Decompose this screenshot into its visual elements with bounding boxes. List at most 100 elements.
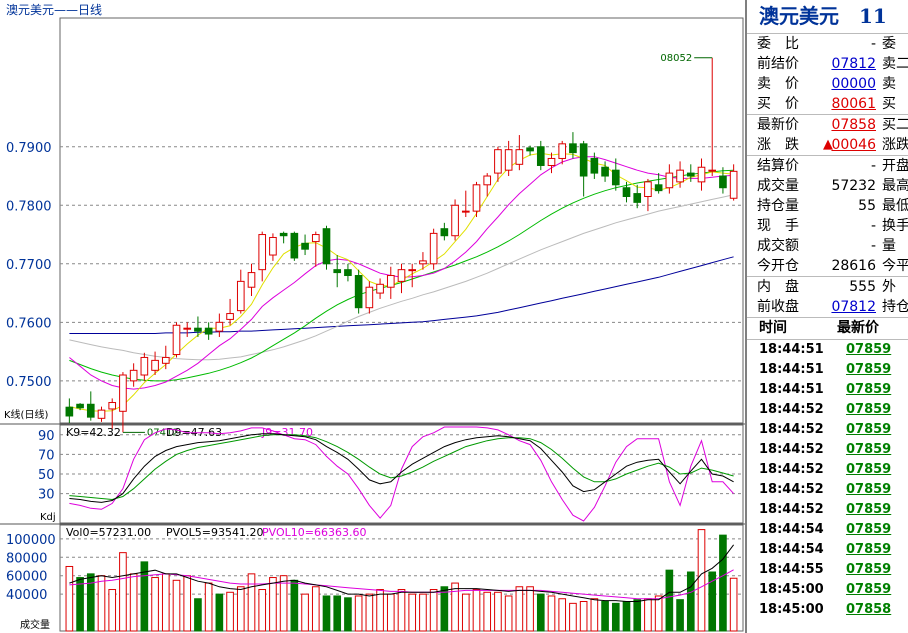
candle-body[interactable] — [729, 170, 738, 199]
volume-bar[interactable] — [654, 595, 663, 632]
candle-body[interactable] — [665, 172, 674, 189]
candle-body[interactable] — [526, 147, 534, 152]
volume-bar[interactable] — [183, 575, 192, 632]
candle-body[interactable] — [97, 409, 106, 419]
candle-body[interactable] — [483, 175, 492, 186]
volume-bar[interactable] — [526, 586, 534, 632]
quote-value[interactable]: 07812 — [831, 297, 876, 317]
trade-price[interactable]: 07859 — [846, 500, 891, 520]
candle-body[interactable] — [322, 228, 331, 265]
volume-bar[interactable] — [301, 593, 309, 632]
candle-body[interactable] — [215, 321, 224, 332]
candle-body[interactable] — [708, 169, 717, 172]
candle-body[interactable] — [311, 234, 320, 243]
trade-price[interactable]: 07859 — [846, 360, 891, 380]
candle-body[interactable] — [515, 149, 524, 165]
candle-body[interactable] — [686, 172, 695, 177]
volume-bar[interactable] — [204, 582, 213, 632]
volume-bar[interactable] — [697, 529, 706, 632]
volume-bar[interactable] — [76, 577, 84, 632]
candle-body[interactable] — [472, 184, 481, 212]
candle-body[interactable] — [119, 374, 127, 412]
candle-body[interactable] — [622, 187, 631, 198]
volume-bar[interactable] — [108, 589, 117, 632]
candle-body[interactable] — [494, 149, 502, 174]
volume-bar[interactable] — [579, 601, 588, 632]
trade-list[interactable]: 18:44:51 07859 18:44:51 07859 18:44:51 07859 1… — [747, 340, 908, 620]
candle-body[interactable] — [569, 143, 577, 154]
candle-body[interactable] — [290, 232, 299, 259]
volume-bar[interactable] — [258, 589, 267, 632]
candle-body[interactable] — [161, 356, 170, 364]
candle-body[interactable] — [697, 166, 706, 183]
candle-body[interactable] — [611, 169, 620, 186]
candle-body[interactable] — [601, 166, 609, 177]
volume-bar[interactable] — [601, 601, 609, 632]
quote-value[interactable]: 07812 — [831, 54, 876, 74]
candle-body[interactable] — [644, 181, 652, 198]
candle-body[interactable] — [65, 406, 74, 417]
volume-bar[interactable] — [247, 573, 256, 632]
candle-body[interactable] — [258, 234, 267, 271]
volume-bar[interactable] — [633, 599, 642, 632]
candle-body[interactable] — [429, 232, 438, 265]
trade-price[interactable]: 07859 — [846, 440, 891, 460]
volume-bar[interactable] — [569, 602, 577, 632]
candle-body[interactable] — [558, 143, 567, 159]
volume-bar[interactable] — [65, 565, 74, 632]
trade-row[interactable]: 18:44:54 07859 — [747, 520, 908, 540]
candle-body[interactable] — [108, 402, 117, 410]
volume-bar[interactable] — [440, 586, 449, 632]
candle-body[interactable] — [408, 269, 417, 272]
candle-body[interactable] — [451, 204, 459, 237]
candle-body[interactable] — [194, 327, 202, 332]
trade-row[interactable]: 18:44:54 07859 — [747, 540, 908, 560]
candle-body[interactable] — [129, 369, 138, 382]
volume-bar[interactable] — [676, 599, 684, 632]
quote-value[interactable]: 07858 — [831, 115, 876, 135]
volume-bar[interactable] — [129, 573, 138, 632]
trade-price[interactable]: 07859 — [846, 540, 891, 560]
candle-body[interactable] — [236, 280, 245, 312]
trade-row[interactable]: 18:44:55 07859 — [747, 560, 908, 580]
volume-bar[interactable] — [622, 601, 631, 632]
trade-row[interactable]: 18:44:51 07859 — [747, 340, 908, 360]
trade-price[interactable]: 07859 — [846, 460, 891, 480]
trade-row[interactable]: 18:44:52 07859 — [747, 500, 908, 520]
volume-bar[interactable] — [590, 598, 599, 632]
volume-bar[interactable] — [461, 593, 470, 632]
candle-body[interactable] — [719, 175, 727, 189]
volume-bar[interactable] — [665, 569, 674, 632]
candle-body[interactable] — [461, 210, 470, 213]
candle-body[interactable] — [547, 157, 556, 166]
volume-bar[interactable] — [194, 598, 202, 632]
candle-body[interactable] — [226, 313, 234, 320]
volume-bar[interactable] — [644, 598, 652, 632]
trade-row[interactable]: 18:44:52 07859 — [747, 480, 908, 500]
candle-body[interactable] — [440, 228, 449, 237]
trade-row[interactable]: 18:45:00 07859 — [747, 580, 908, 600]
trade-price[interactable]: 07858 — [846, 600, 891, 620]
volume-bar[interactable] — [226, 591, 234, 632]
volume-bar[interactable] — [729, 577, 738, 632]
candle-body[interactable] — [590, 157, 599, 174]
volume-bar[interactable] — [354, 595, 363, 632]
volume-bar[interactable] — [269, 577, 277, 632]
volume-bar[interactable] — [536, 593, 545, 632]
trade-price[interactable]: 07859 — [846, 580, 891, 600]
candle-body[interactable] — [140, 356, 149, 376]
trade-price[interactable]: 07859 — [846, 480, 891, 500]
trade-row[interactable]: 18:44:52 07859 — [747, 460, 908, 480]
candle-body[interactable] — [365, 286, 374, 309]
volume-bar[interactable] — [408, 593, 417, 632]
volume-bar[interactable] — [172, 579, 181, 632]
candle-body[interactable] — [536, 146, 545, 166]
volume-bar[interactable] — [494, 591, 502, 632]
candle-body[interactable] — [172, 324, 181, 356]
candle-body[interactable] — [86, 403, 95, 418]
volume-bar[interactable] — [97, 575, 106, 632]
candle-body[interactable] — [183, 327, 192, 330]
volume-bar[interactable] — [161, 573, 170, 632]
candle-body[interactable] — [504, 149, 513, 171]
candle-body[interactable] — [344, 269, 352, 277]
